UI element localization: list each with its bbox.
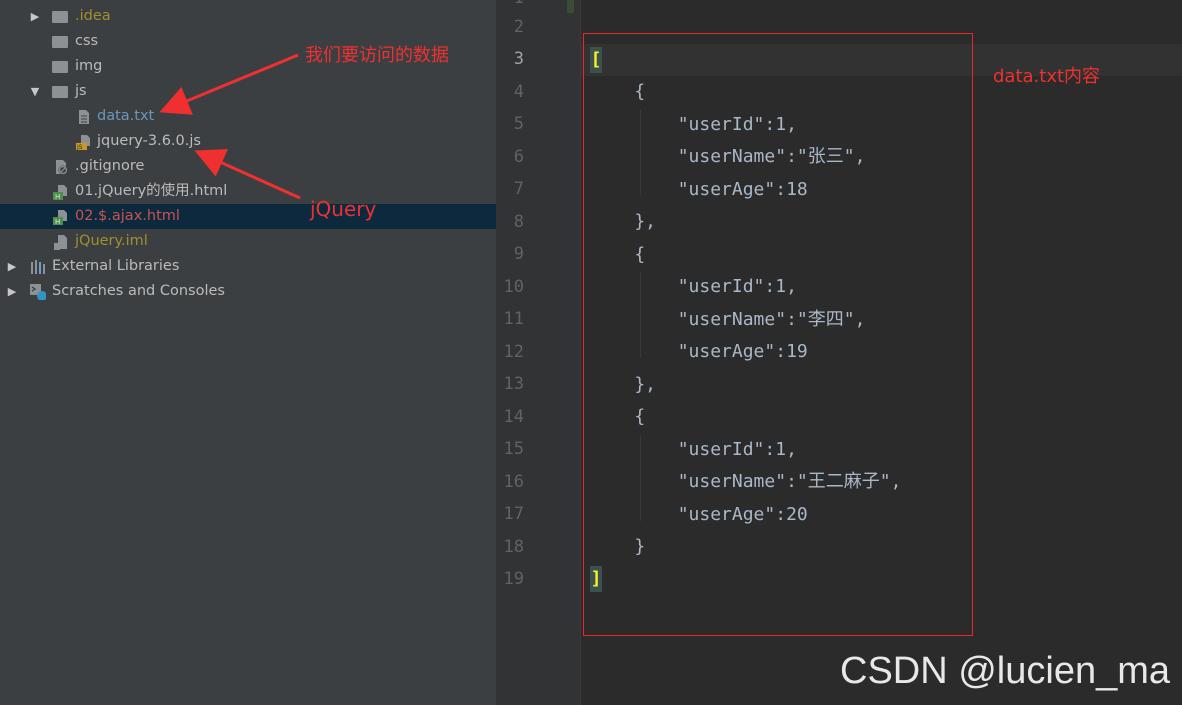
- content-annotation: data.txt内容: [993, 66, 1101, 87]
- annotation-arrows: [159, 53, 301, 200]
- jquery-annotation: jQuery: [310, 197, 377, 221]
- watermark: CSDN @lucien_ma: [840, 650, 1171, 692]
- jquery-arrow-icon: [194, 149, 301, 200]
- data-annotation: 我们要访问的数据: [305, 45, 449, 66]
- data-arrow-icon: [159, 53, 299, 115]
